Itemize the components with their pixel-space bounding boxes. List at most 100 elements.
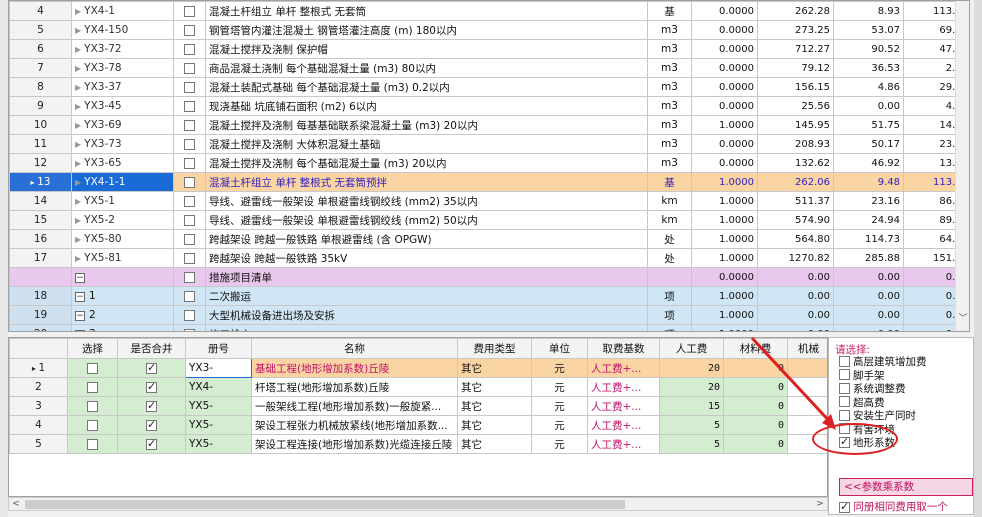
table-row[interactable]: 6 ▶ YX3-72 混凝土搅拌及浇制 保护帽 m3 0.0000 712.27 90.52 4…	[9, 39, 969, 59]
labor-fee[interactable]: 20	[659, 377, 724, 397]
item-name[interactable]: 跨越架设 跨越一般铁路 单根避雷线 (含 OPGW)	[205, 229, 648, 249]
item-code[interactable]: ▶ YX4-1	[71, 1, 174, 21]
book-number[interactable]: YX3-	[185, 358, 252, 378]
coefficient-name[interactable]: 架设工程连接(地形增加系数)光缆连接丘陵	[251, 434, 458, 454]
same-book-option[interactable]: 同册相同费用取一个	[839, 499, 948, 514]
select-cell[interactable]	[173, 248, 206, 268]
option-checkbox[interactable]	[839, 369, 850, 380]
column-header[interactable]: 名称	[251, 338, 458, 359]
select-cell[interactable]	[173, 96, 206, 116]
item-qty[interactable]: 0.0000	[691, 39, 758, 59]
chevron-down-icon[interactable]: ﹀	[956, 311, 969, 325]
select-cell[interactable]	[173, 58, 206, 78]
row-checkbox[interactable]	[184, 309, 195, 321]
item-code[interactable]: ▶ YX3-45	[71, 96, 174, 116]
row-checkbox[interactable]	[184, 290, 195, 302]
table-row[interactable]: 8 ▶ YX3-37 混凝土装配式基础 每个基础混凝土量 (m3) 0.2以内 m3 0.…	[9, 77, 969, 97]
item-qty[interactable]: 1.0000	[691, 115, 758, 135]
option-item[interactable]: 脚手架	[839, 369, 885, 384]
chevron-left-icon[interactable]: <	[9, 498, 23, 510]
select-checkbox[interactable]	[87, 362, 98, 374]
fee-base[interactable]: 人工费+...	[587, 377, 660, 397]
item-qty[interactable]: 1.0000	[691, 286, 758, 306]
item-name[interactable]: 混凝土杆组立 单杆 整根式 无套筒	[205, 1, 648, 21]
select-cell[interactable]	[67, 396, 118, 416]
row-checkbox[interactable]	[184, 214, 195, 226]
sub-row[interactable]: 18−1二次搬运项1.00000.000.000.00	[9, 286, 969, 306]
item-name[interactable]: 混凝土搅拌及浇制 每基基础联系梁混凝土量 (m3) 20以内	[205, 115, 648, 135]
coefficient-name[interactable]: 一般架线工程(地形增加系数)一般旋紧...	[251, 396, 458, 416]
item-code[interactable]: ▶ YX3-69	[71, 115, 174, 135]
column-header[interactable]: 机械	[787, 338, 827, 359]
item-name[interactable]: 钢管塔管内灌注混凝土 钢管塔灌注高度 (m) 180以内	[205, 20, 648, 40]
labor-fee[interactable]: 20	[659, 358, 724, 378]
table-row[interactable]: 16 ▶ YX5-80 跨越架设 跨越一般铁路 单根避雷线 (含 OPGW) 处 1.00…	[9, 229, 969, 249]
option-checkbox[interactable]	[839, 409, 850, 421]
select-checkbox[interactable]	[87, 419, 98, 431]
coefficient-row[interactable]: 3 YX5-一般架线工程(地形增加系数)一般旋紧...其它元人工费+...150	[9, 396, 827, 416]
row-checkbox[interactable]	[184, 138, 195, 150]
sub-row[interactable]: 19−2大型机械设备进出场及安拆项1.00000.000.000.00	[9, 305, 969, 325]
option-checkbox[interactable]	[839, 396, 850, 407]
row-checkbox[interactable]	[184, 252, 195, 264]
labor-fee[interactable]: 15	[659, 396, 724, 416]
book-number[interactable]: YX5-	[185, 396, 252, 416]
item-code[interactable]: ▶ YX4-1-1	[71, 172, 174, 192]
select-cell[interactable]	[173, 115, 206, 135]
item-qty[interactable]: 0.0000	[691, 96, 758, 116]
column-header[interactable]: 取费基数	[587, 338, 660, 359]
table-row[interactable]: 9 ▶ YX3-45 现浇基础 坑底铺石面积 (m2) 6以内 m3 0.0000 25.5…	[9, 96, 969, 116]
select-cell[interactable]	[173, 172, 206, 192]
material-fee[interactable]: 0	[723, 415, 788, 435]
merge-checkbox[interactable]	[146, 437, 157, 450]
item-name[interactable]: 商品混凝土浇制 每个基础混凝土量 (m3) 80以内	[205, 58, 648, 78]
column-header[interactable]: 选择	[67, 338, 118, 359]
select-cell[interactable]	[173, 267, 206, 287]
item-name[interactable]: 导线、避雷线一般架设 单根避雷线钢绞线 (mm2) 35以内	[205, 191, 648, 211]
row-checkbox[interactable]	[184, 271, 195, 283]
material-fee[interactable]: 0	[723, 358, 788, 378]
fee-type[interactable]: 其它	[457, 415, 532, 435]
fee-type[interactable]: 其它	[457, 377, 532, 397]
select-cell[interactable]	[67, 434, 118, 454]
row-checkbox[interactable]	[184, 81, 195, 93]
item-name[interactable]: 混凝土杆组立 单杆 整根式 无套筒预拌	[205, 172, 648, 192]
item-qty[interactable]: 0.0000	[691, 58, 758, 78]
row-checkbox[interactable]	[184, 157, 195, 169]
item-code[interactable]: ▶ YX3-78	[71, 58, 174, 78]
same-book-checkbox[interactable]	[839, 500, 850, 513]
coefficient-name[interactable]: 杆塔工程(地形增加系数)丘陵	[251, 377, 458, 397]
vertical-scrollbar[interactable]: ﹀	[955, 1, 969, 331]
coefficient-name[interactable]: 基础工程(地形增加系数)丘陵	[251, 358, 458, 378]
select-cell[interactable]	[173, 153, 206, 173]
table-row[interactable]: 12 ▶ YX3-65 混凝土搅拌及浇制 每个基础混凝土量 (m3) 20以内 m3 0.…	[9, 153, 969, 173]
row-checkbox[interactable]	[184, 119, 195, 131]
item-qty[interactable]: 1.0000	[691, 305, 758, 325]
select-checkbox[interactable]	[87, 400, 98, 412]
chevron-right-icon[interactable]: >	[813, 498, 827, 510]
item-code[interactable]: ▶ YX3-37	[71, 77, 174, 97]
select-cell[interactable]	[67, 377, 118, 397]
option-item[interactable]: 高层建筑增加费	[839, 355, 927, 370]
minus-box-icon[interactable]: −	[75, 292, 85, 302]
item-qty[interactable]: 0.0000	[691, 20, 758, 40]
material-fee[interactable]: 0	[723, 434, 788, 454]
item-code[interactable]: ▶ YX3-73	[71, 134, 174, 154]
fee-base[interactable]: 人工费+...	[587, 358, 660, 378]
minus-box-icon[interactable]: −	[75, 311, 85, 321]
row-checkbox[interactable]	[184, 43, 195, 55]
minus-box-icon[interactable]: −	[75, 330, 85, 331]
merge-cell[interactable]	[117, 415, 186, 435]
coefficient-row[interactable]: ▸ 1 YX3-基础工程(地形增加系数)丘陵其它元人工费+...200	[9, 358, 827, 378]
table-row[interactable]: 5 ▶ YX4-150 钢管塔管内灌注混凝土 钢管塔灌注高度 (m) 180以内 m3 0…	[9, 20, 969, 40]
minus-box-icon[interactable]: −	[75, 273, 85, 283]
item-qty[interactable]: 0.0000	[691, 153, 758, 173]
book-number[interactable]: YX5-	[185, 434, 252, 454]
select-cell[interactable]	[173, 305, 206, 325]
fee-type[interactable]: 其它	[457, 358, 532, 378]
row-checkbox[interactable]	[184, 24, 195, 36]
select-cell[interactable]	[173, 286, 206, 306]
group-name[interactable]: 措施项目清单	[205, 267, 648, 287]
labor-fee[interactable]: 5	[659, 415, 724, 435]
scroll-thumb[interactable]	[25, 500, 625, 509]
